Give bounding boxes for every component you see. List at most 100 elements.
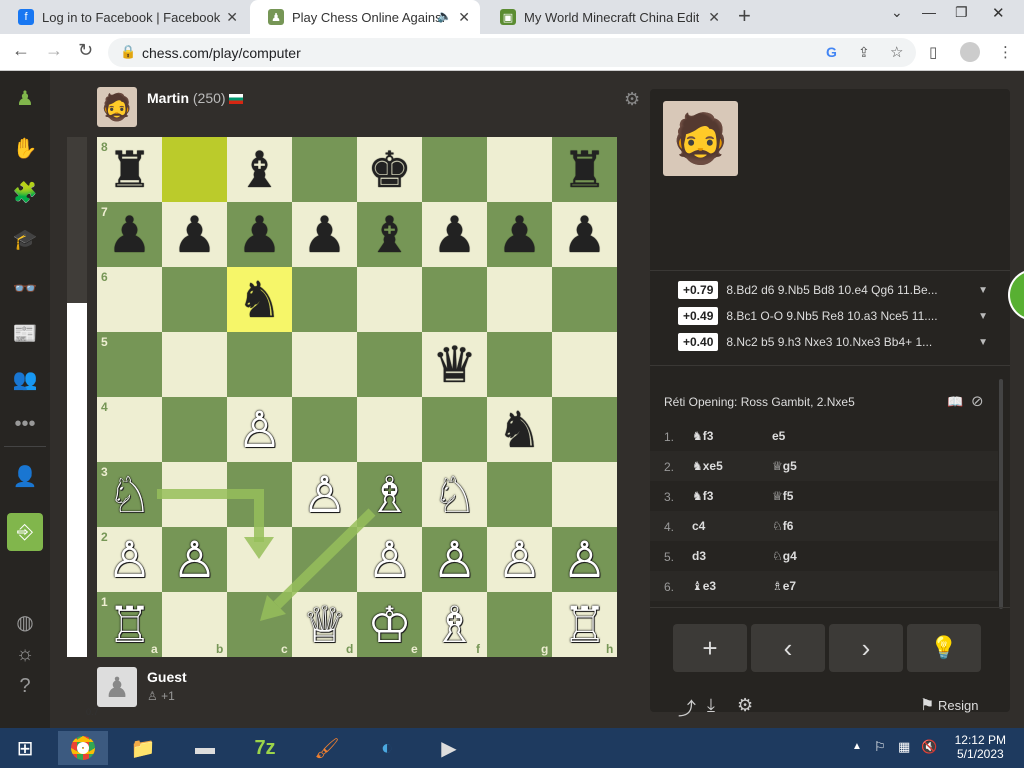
more-icon[interactable]: ••• xyxy=(8,409,42,439)
news-icon[interactable]: 📰 xyxy=(8,318,42,348)
square-g3[interactable] xyxy=(487,462,552,527)
black-rook-piece[interactable]: ♜ xyxy=(97,137,162,202)
puzzles-icon[interactable]: 🧩 xyxy=(8,177,42,207)
back-icon[interactable]: ← xyxy=(12,40,30,61)
download-icon[interactable]: ⤓ xyxy=(707,695,715,716)
black-pawn-piece[interactable]: ♟ xyxy=(97,202,162,267)
language-globe-icon[interactable]: ◍ xyxy=(8,607,42,637)
white-move[interactable]: ♝e3 xyxy=(692,579,716,593)
square-b8[interactable] xyxy=(162,137,227,202)
help-icon[interactable]: ? xyxy=(8,671,42,701)
square-b6[interactable] xyxy=(162,267,227,332)
black-bishop-piece[interactable]: ♝ xyxy=(227,137,292,202)
app-icon[interactable]: ◐ xyxy=(362,731,412,765)
previous-move-button[interactable]: ‹ xyxy=(751,624,825,672)
white-move[interactable]: c4 xyxy=(692,519,705,533)
profile-avatar-icon[interactable] xyxy=(960,42,980,62)
hint-button[interactable]: 💡 xyxy=(907,624,981,672)
square-h5[interactable] xyxy=(552,332,617,397)
white-knight-piece[interactable]: ♘ xyxy=(97,462,162,527)
google-icon[interactable]: G xyxy=(826,44,837,60)
white-move[interactable]: d3 xyxy=(692,549,706,563)
black-move[interactable]: ♕g5 xyxy=(772,459,797,473)
white-pawn-piece[interactable]: ♙ xyxy=(487,527,552,592)
media-player-icon[interactable]: ▶ xyxy=(424,731,474,765)
black-knight-piece[interactable]: ♞ xyxy=(227,267,292,332)
white-move[interactable]: ♞f3 xyxy=(692,429,713,443)
square-f8[interactable] xyxy=(422,137,487,202)
square-h6[interactable] xyxy=(552,267,617,332)
square-d8[interactable] xyxy=(292,137,357,202)
settings-gear-icon[interactable]: ⚙ xyxy=(624,89,640,110)
square-f4[interactable] xyxy=(422,397,487,462)
white-pawn-piece[interactable]: ♙ xyxy=(552,527,617,592)
white-move[interactable]: ♞xe5 xyxy=(692,459,723,473)
menu-dots-icon[interactable]: ⋮ xyxy=(998,43,1013,61)
white-pawn-piece[interactable]: ♙ xyxy=(227,397,292,462)
add-button[interactable]: + xyxy=(673,624,747,672)
sign-up-icon[interactable]: 👤 xyxy=(8,461,42,491)
white-king-piece[interactable]: ♔ xyxy=(357,592,422,657)
top-player-avatar[interactable]: 🧔 xyxy=(97,87,137,127)
side-panel-icon[interactable]: ▯ xyxy=(929,43,937,61)
bottom-player-avatar[interactable]: ♟ xyxy=(97,667,137,707)
engine-line[interactable]: +0.49 8.Bc1 O-O 9.Nb5 Re8 10.a3 Nce5 11..… xyxy=(678,305,988,327)
caret-down-icon[interactable]: ▼ xyxy=(978,285,988,296)
square-g6[interactable] xyxy=(487,267,552,332)
black-rook-piece[interactable]: ♜ xyxy=(552,137,617,202)
black-pawn-piece[interactable]: ♟ xyxy=(227,202,292,267)
theme-sun-icon[interactable]: ☼ xyxy=(8,639,42,669)
square-b5[interactable] xyxy=(162,332,227,397)
square-c2[interactable] xyxy=(227,527,292,592)
square-e4[interactable] xyxy=(357,397,422,462)
white-bishop-piece[interactable]: ♗ xyxy=(422,592,487,657)
start-icon[interactable]: ⊞ xyxy=(0,731,50,765)
white-bishop-piece[interactable]: ♗ xyxy=(357,462,422,527)
square-f6[interactable] xyxy=(422,267,487,332)
speaker-icon[interactable]: 🔈 xyxy=(437,9,452,23)
tab-search-icon[interactable]: ⌄ xyxy=(891,4,903,21)
square-c5[interactable] xyxy=(227,332,292,397)
minimize-button[interactable]: — xyxy=(922,4,936,20)
book-icon[interactable]: 📖 xyxy=(947,394,963,410)
caret-down-icon[interactable]: ▼ xyxy=(978,311,988,322)
black-move[interactable]: e5 xyxy=(772,429,785,443)
bottom-player-name[interactable]: Guest xyxy=(147,669,187,685)
log-in-icon[interactable]: ⎆ xyxy=(7,513,43,551)
share-icon[interactable]: ⇪ xyxy=(858,44,870,61)
square-b4[interactable] xyxy=(162,397,227,462)
square-d2[interactable] xyxy=(292,527,357,592)
play-icon[interactable]: ✋ xyxy=(8,133,42,163)
chess-logo-icon[interactable]: ♟ xyxy=(8,83,42,113)
network-icon[interactable]: ▦ xyxy=(898,739,910,755)
new-tab-button[interactable]: + xyxy=(738,3,751,29)
black-king-piece[interactable]: ♚ xyxy=(357,137,422,202)
square-g5[interactable] xyxy=(487,332,552,397)
explorer-compass-icon[interactable]: ⊘ xyxy=(971,392,984,410)
black-queen-piece[interactable]: ♛ xyxy=(422,332,487,397)
white-pawn-piece[interactable]: ♙ xyxy=(422,527,487,592)
square-h3[interactable] xyxy=(552,462,617,527)
restore-button[interactable]: ❐ xyxy=(955,4,968,21)
black-pawn-piece[interactable]: ♟ xyxy=(292,202,357,267)
square-b3[interactable] xyxy=(162,462,227,527)
white-rook-piece[interactable]: ♖ xyxy=(97,592,162,657)
black-pawn-piece[interactable]: ♟ xyxy=(552,202,617,267)
paint-icon[interactable]: 🖌 xyxy=(302,731,352,765)
resign-button[interactable]: ⚑ Resign xyxy=(920,695,978,715)
learn-icon[interactable]: 🎓 xyxy=(8,224,42,254)
white-pawn-piece[interactable]: ♙ xyxy=(97,527,162,592)
square-e5[interactable] xyxy=(357,332,422,397)
black-move[interactable]: ♕f5 xyxy=(772,489,793,503)
square-d6[interactable] xyxy=(292,267,357,332)
black-knight-piece[interactable]: ♞ xyxy=(487,397,552,462)
system-clock[interactable]: 12:12 PM 5/1/2023 xyxy=(955,733,1006,761)
terminal-icon[interactable]: ▬ xyxy=(180,731,230,765)
close-tab-icon[interactable]: ✕ xyxy=(226,9,238,26)
top-player-name[interactable]: Martin (250) xyxy=(147,90,244,106)
white-pawn-piece[interactable]: ♙ xyxy=(357,527,422,592)
scrollbar[interactable] xyxy=(999,379,1003,609)
square-e6[interactable] xyxy=(357,267,422,332)
chess-board[interactable]: 8 7 6 5 4 3 2 1 a b c d e f g h ♜ ♝ ♚ ♜ ♟ ♟ ♟ ♟ ♝ ♟ ♟ ♟ ♞ ♛ ♞ ♙ ♘ ♙ ♗ ♘ ♙ ♙ ♙ ♙… xyxy=(97,137,617,657)
tab-minecraft[interactable]: ▣ My World Minecraft China Editic ✕ xyxy=(482,0,730,34)
